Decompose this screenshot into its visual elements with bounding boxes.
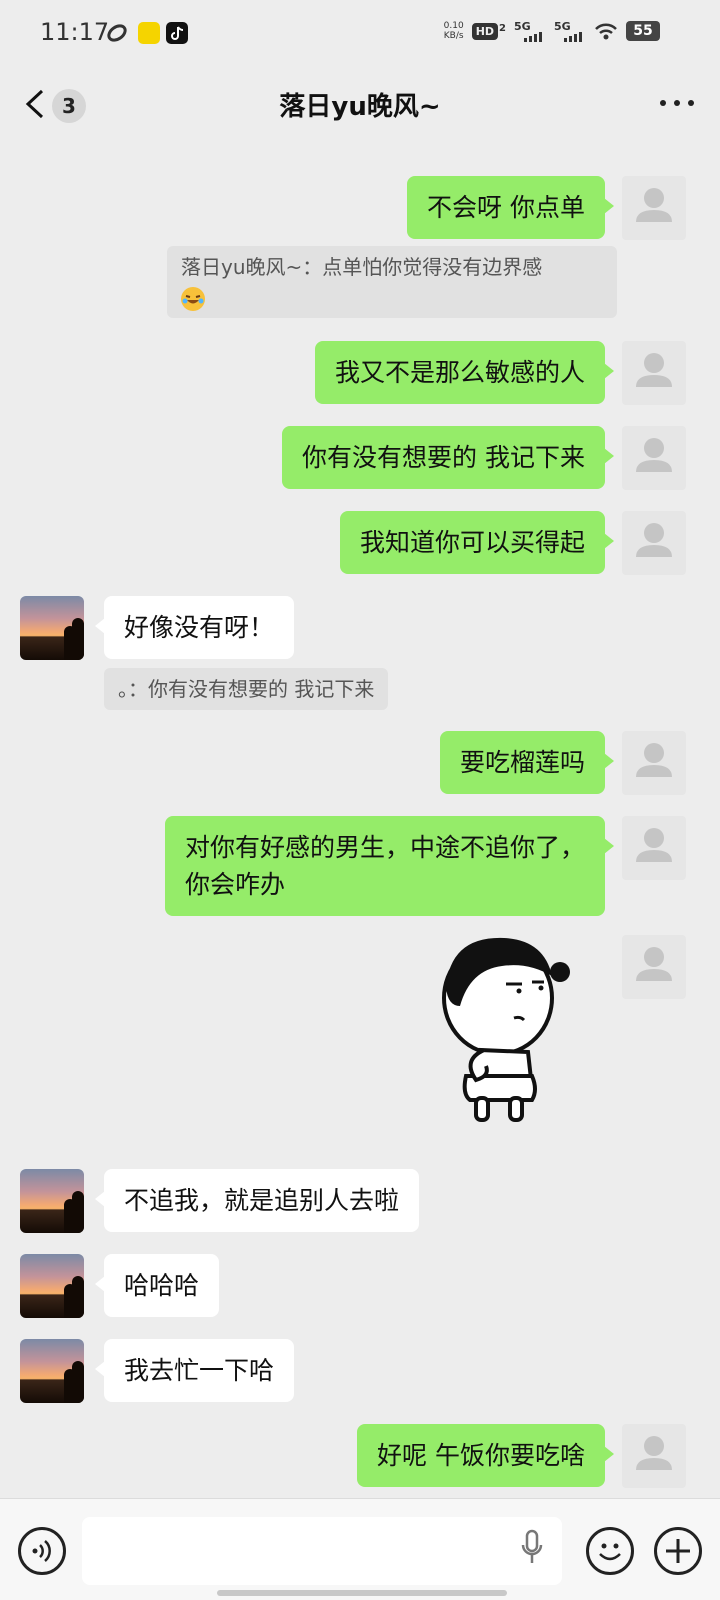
- voice-toggle-button[interactable]: [18, 1527, 66, 1575]
- my-avatar[interactable]: [622, 731, 686, 795]
- message-bubble-incoming[interactable]: 好像没有呀！: [94, 596, 295, 659]
- message-bubble-incoming[interactable]: 不追我，就是追别人去啦: [94, 1169, 420, 1232]
- signal-icon: 5G: [514, 20, 546, 42]
- status-indicators: 0.10 KB/s HD 2 5G 5G 55: [444, 20, 660, 42]
- hollow-icon: [107, 24, 127, 42]
- douyin-icon: [166, 22, 188, 44]
- emoji-icon: [599, 1543, 621, 1561]
- message-bubble-outgoing[interactable]: 好呢 午饭你要吃啥: [357, 1424, 614, 1487]
- wifi-icon: [595, 23, 617, 40]
- signal-icon: 5G: [554, 20, 586, 42]
- my-avatar[interactable]: [622, 426, 686, 490]
- sticker-image[interactable]: [440, 926, 580, 1126]
- my-avatar[interactable]: [622, 511, 686, 575]
- hd-voice-icon: HD 2: [471, 22, 506, 40]
- net-speed: 0.10 KB/s: [443, 21, 464, 41]
- contact-avatar[interactable]: [20, 1339, 84, 1403]
- contact-avatar[interactable]: [20, 596, 84, 660]
- my-avatar[interactable]: [622, 935, 686, 999]
- emoji-button[interactable]: [586, 1527, 634, 1575]
- contact-avatar[interactable]: [20, 1254, 84, 1318]
- status-time: 11:17: [40, 18, 110, 46]
- my-avatar[interactable]: [622, 176, 686, 240]
- contact-avatar[interactable]: [20, 1169, 84, 1233]
- message-bubble-outgoing[interactable]: 我知道你可以买得起: [339, 511, 615, 574]
- chat-title: 落日yu晚风~: [279, 92, 441, 122]
- message-input[interactable]: [82, 1517, 562, 1585]
- laugh-cry-emoji-icon: [181, 286, 205, 311]
- my-avatar[interactable]: [622, 1424, 686, 1488]
- message-bubble-outgoing[interactable]: 我又不是那么敏感的人: [314, 341, 615, 404]
- more-options-icon[interactable]: [660, 100, 694, 106]
- quoted-message[interactable]: 。：你有没有想要的 我记下来: [104, 668, 389, 710]
- chat-header: 3 落日yu晚风~: [0, 66, 720, 142]
- status-bar: 11:17 0.10 KB/s HD 2 5G 5G 55: [0, 0, 720, 66]
- message-bubble-incoming[interactable]: 哈哈哈: [94, 1254, 220, 1317]
- meituan-icon: [138, 22, 160, 44]
- message-bubble-outgoing[interactable]: 要吃榴莲吗: [439, 731, 615, 794]
- message-bubble-outgoing[interactable]: 对你有好感的男生，中途不追你了， 你会咋办: [164, 816, 615, 916]
- message-bubble-outgoing[interactable]: 你有没有想要的 我记下来: [282, 426, 614, 489]
- microphone-icon[interactable]: [520, 1529, 544, 1569]
- quoted-message[interactable]: 落日yu晚风~：点单怕你觉得没有边界感: [167, 246, 617, 318]
- battery-icon: 55: [626, 21, 660, 41]
- chat-input-bar: [0, 1498, 720, 1600]
- message-bubble-incoming[interactable]: 我去忙一下哈: [94, 1339, 295, 1402]
- more-functions-button[interactable]: [654, 1527, 702, 1575]
- my-avatar[interactable]: [622, 341, 686, 405]
- home-indicator[interactable]: [217, 1590, 507, 1596]
- voice-icon: [32, 1540, 51, 1562]
- plus-icon: [666, 1539, 690, 1563]
- my-avatar[interactable]: [622, 816, 686, 880]
- message-bubble-outgoing[interactable]: 不会呀 你点单: [407, 176, 614, 239]
